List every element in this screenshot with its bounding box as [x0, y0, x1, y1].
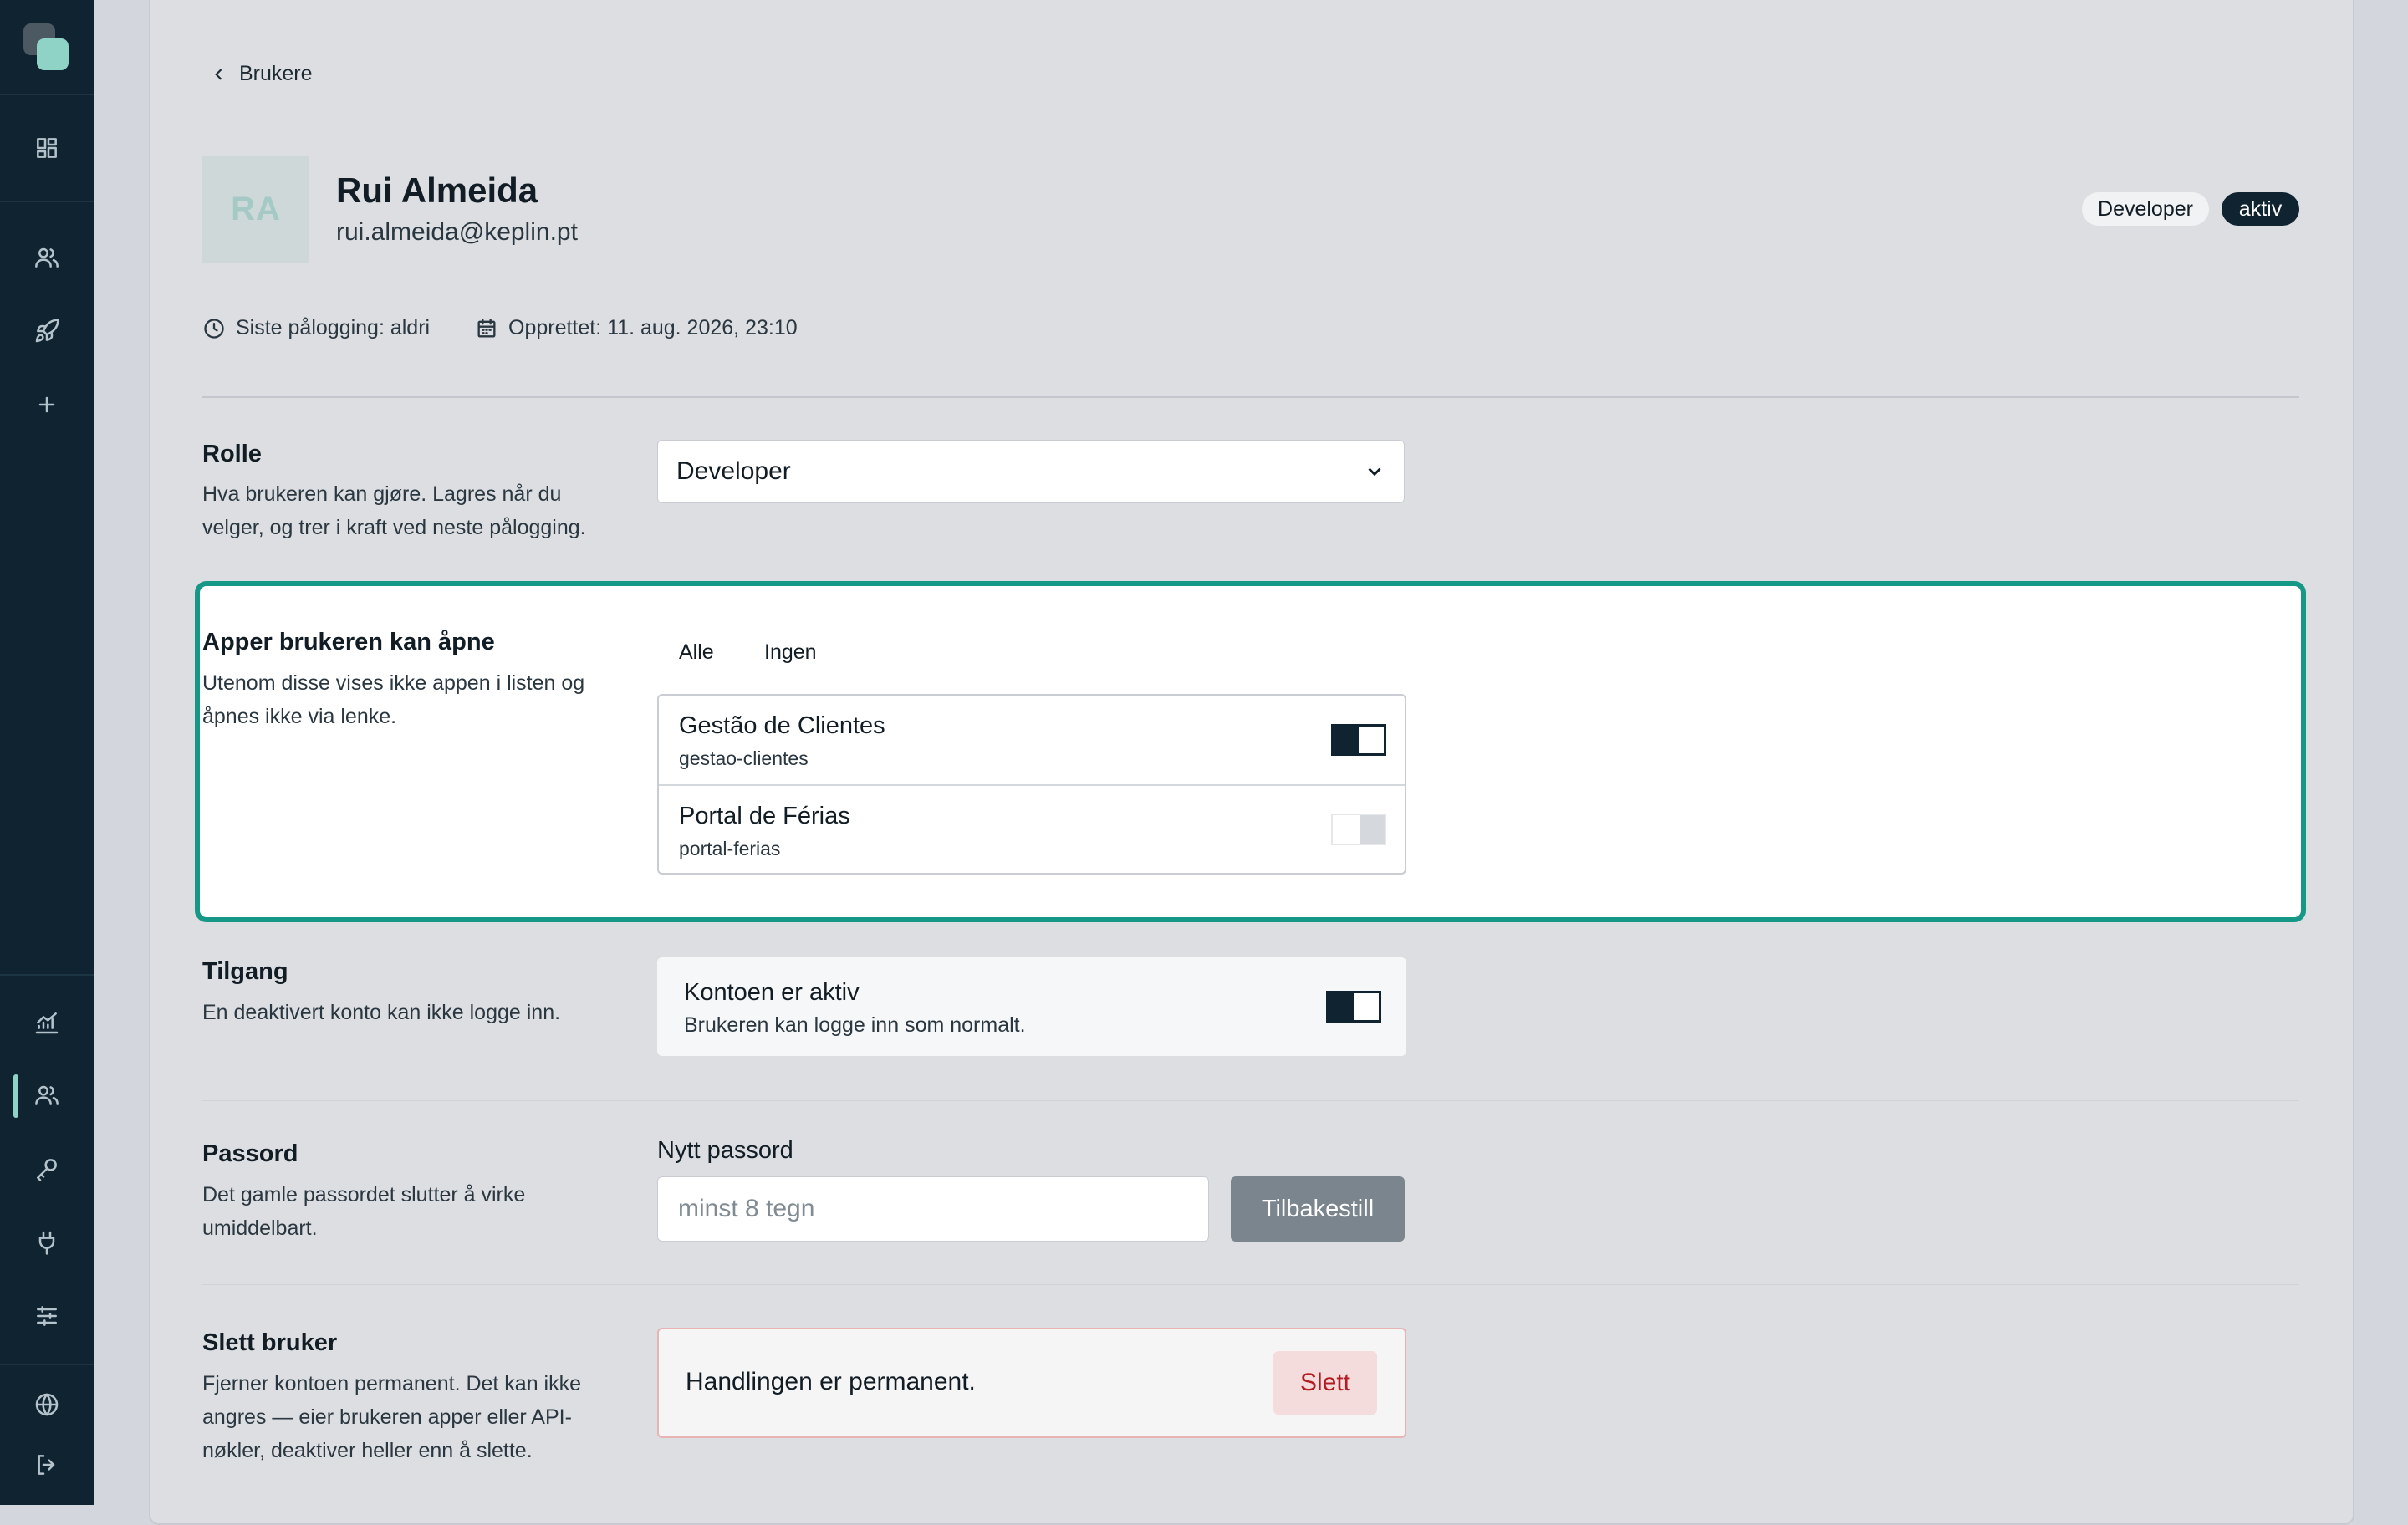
app-logo[interactable] — [23, 23, 70, 70]
globe-icon — [35, 1393, 59, 1416]
app-list: Gestão de Clientes gestao-clientes Porta… — [657, 694, 1406, 875]
select-all-apps-button[interactable]: Alle — [679, 640, 714, 665]
sidebar-item-analytics[interactable] — [23, 999, 70, 1046]
avatar: RA — [202, 156, 309, 263]
account-active-description: Brukeren kan logge inn som normalt. — [684, 1013, 1026, 1037]
account-active-card: Kontoen er aktiv Brukeren kan logge inn … — [657, 957, 1406, 1056]
delete-notice: Handlingen er permanent. — [686, 1368, 976, 1395]
delete-user-card: Handlingen er permanent. Slett — [657, 1328, 1406, 1438]
new-password-label: Nytt passord — [657, 1137, 793, 1164]
sidebar-divider — [0, 974, 94, 976]
dashboard-icon — [37, 138, 57, 158]
sidebar-divider — [0, 1364, 94, 1365]
apps-section-title: Apper brukeren kan åpne — [202, 629, 495, 655]
status-badge: aktiv — [2222, 192, 2299, 226]
sidebar-item-settings[interactable] — [23, 1293, 70, 1339]
app-slug: portal-ferias — [679, 838, 781, 859]
user-name: Rui Almeida — [336, 171, 538, 210]
account-active-title: Kontoen er aktiv — [684, 979, 860, 1006]
apps-section-description: Utenom disse vises ikke appen i listen o… — [202, 671, 585, 728]
section-divider — [202, 1100, 2299, 1101]
role-section-title: Rolle — [202, 441, 262, 467]
password-section-description: Det gamle passordet slutter å virke umid… — [202, 1183, 526, 1240]
app-name: Gestão de Clientes — [679, 712, 885, 739]
users-icon — [35, 247, 59, 268]
role-badge: Developer — [2082, 192, 2209, 226]
key-icon — [37, 1159, 57, 1181]
user-email: rui.almeida@keplin.pt — [336, 218, 578, 246]
chevron-down-icon — [1368, 467, 1381, 477]
app-row-gestao-clientes: Gestão de Clientes gestao-clientes — [659, 696, 1405, 784]
role-select-value: Developer — [676, 457, 791, 485]
account-active-toggle[interactable] — [1326, 991, 1381, 1023]
users-icon — [35, 1085, 59, 1105]
rocket-icon — [35, 319, 59, 343]
sidebar-divider — [0, 201, 94, 202]
sidebar-item-integrations[interactable] — [23, 1219, 70, 1266]
app-access-toggle[interactable] — [1331, 724, 1386, 756]
role-select[interactable]: Developer — [657, 440, 1405, 503]
sidebar-item-logout[interactable] — [23, 1441, 70, 1488]
app-access-toggle[interactable] — [1331, 814, 1386, 845]
sidebar — [0, 0, 94, 1505]
sidebar-item-add[interactable] — [23, 381, 70, 428]
delete-user-button[interactable]: Slett — [1273, 1351, 1377, 1415]
reset-password-button[interactable]: Tilbakestill — [1231, 1176, 1405, 1242]
plug-icon — [38, 1231, 55, 1255]
section-divider — [202, 1284, 2299, 1285]
active-indicator — [13, 1074, 18, 1118]
created-date: Opprettet: 11. aug. 2026, 23:10 — [475, 316, 798, 340]
access-section-title: Tilgang — [202, 958, 288, 985]
sidebar-item-deploy[interactable] — [23, 308, 70, 354]
role-section-description: Hva brukeren kan gjøre. Lagres når du ve… — [202, 482, 586, 539]
sidebar-item-keys[interactable] — [23, 1145, 70, 1192]
back-link[interactable]: Brukere — [211, 62, 313, 86]
created-date-text: Opprettet: 11. aug. 2026, 23:10 — [508, 316, 798, 339]
last-login: Siste pålogging: aldri — [202, 316, 430, 340]
back-link-label: Brukere — [239, 62, 313, 85]
sidebar-item-language[interactable] — [23, 1381, 70, 1428]
plus-icon — [38, 396, 55, 413]
chevron-left-icon — [215, 68, 222, 80]
access-section-description: En deaktivert konto kan ikke logge inn. — [202, 1001, 561, 1024]
last-login-text: Siste pålogging: aldri — [236, 316, 431, 339]
sliders-icon — [37, 1306, 57, 1326]
clock-icon — [204, 318, 224, 339]
app-row-portal-ferias: Portal de Férias portal-ferias — [659, 786, 1405, 875]
sidebar-item-users-admin[interactable] — [23, 1072, 70, 1119]
calendar-icon — [477, 318, 496, 337]
sidebar-item-dashboard[interactable] — [23, 125, 70, 171]
sidebar-divider — [0, 94, 94, 95]
header-divider — [202, 396, 2299, 398]
delete-section-description: Fjerner kontoen permanent. Det kan ikke … — [202, 1372, 582, 1462]
sidebar-item-users[interactable] — [23, 234, 70, 281]
select-no-apps-button[interactable]: Ingen — [764, 640, 817, 665]
new-password-input[interactable] — [657, 1176, 1209, 1242]
analytics-icon — [35, 1012, 59, 1034]
delete-section-title: Slett bruker — [202, 1329, 338, 1356]
app-name: Portal de Férias — [679, 803, 850, 829]
logout-icon — [38, 1455, 55, 1475]
password-section-title: Passord — [202, 1140, 298, 1167]
app-slug: gestao-clientes — [679, 747, 809, 769]
